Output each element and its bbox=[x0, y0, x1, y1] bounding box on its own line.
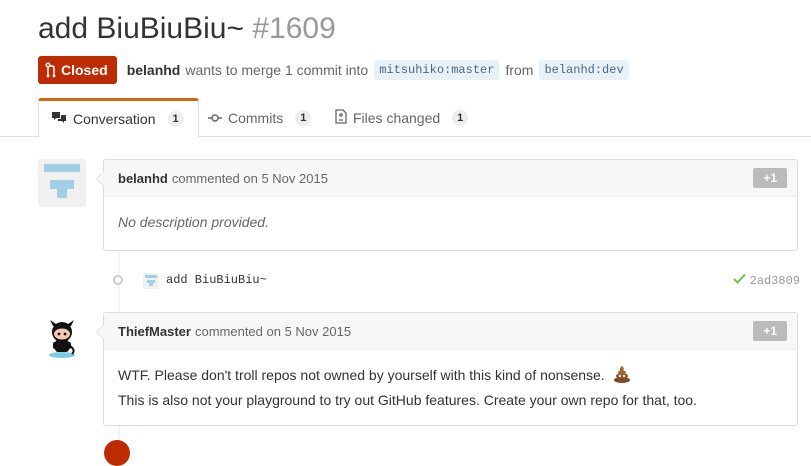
reaction-button[interactable]: +1 bbox=[753, 321, 787, 341]
commit-sha: 2ad3809 bbox=[732, 273, 800, 288]
check-icon bbox=[732, 273, 746, 288]
pr-author-link[interactable]: belanhd bbox=[127, 62, 181, 78]
commit-message-link[interactable]: add BiuBiuBiu~ bbox=[166, 273, 267, 287]
comment: belanhd commented on 5 Nov 2015 +1 No de… bbox=[96, 159, 798, 251]
tab-counter: 1 bbox=[295, 109, 312, 126]
comment-text: WTF. Please don't troll repos not owned … bbox=[118, 367, 605, 383]
pr-title-text: add BiuBiuBiu~ bbox=[38, 12, 244, 45]
state-label: Closed bbox=[61, 62, 108, 78]
comment-text: This is also not your playground to try … bbox=[118, 392, 697, 408]
comment: ThiefMaster commented on 5 Nov 2015 +1 W… bbox=[96, 312, 798, 426]
merge-text: wants to merge 1 commit into bbox=[185, 62, 369, 78]
base-branch[interactable]: mitsuhiko:master bbox=[374, 60, 500, 80]
comment-timestamp[interactable]: commented on 5 Nov 2015 bbox=[195, 324, 351, 339]
tab-files-changed[interactable]: Files changed 1 bbox=[335, 98, 469, 137]
comment-author-link[interactable]: ThiefMaster bbox=[118, 324, 191, 339]
commit-sha-link[interactable]: 2ad3809 bbox=[750, 274, 800, 288]
pile-of-poo-icon bbox=[613, 365, 631, 389]
commit-row: add BiuBiuBiu~ 2ad3809 bbox=[110, 268, 800, 294]
reaction-button[interactable]: +1 bbox=[753, 168, 787, 188]
tab-commits[interactable]: Commits 1 bbox=[208, 98, 312, 137]
head-branch[interactable]: belanhd:dev bbox=[539, 60, 629, 80]
closed-event-icon bbox=[104, 440, 130, 466]
pr-meta: Closed belanhd wants to merge 1 commit i… bbox=[38, 56, 629, 84]
avatar[interactable] bbox=[38, 159, 86, 207]
tab-conversation[interactable]: Conversation 1 bbox=[38, 98, 199, 138]
tab-counter: 1 bbox=[167, 111, 184, 127]
comment-discussion-icon bbox=[51, 111, 67, 128]
diff-icon bbox=[335, 108, 347, 127]
comment-body: No description provided. bbox=[104, 197, 797, 247]
pr-number: #1609 bbox=[252, 12, 336, 45]
tab-label: Conversation bbox=[73, 111, 156, 127]
state-badge: Closed bbox=[38, 56, 117, 84]
comment-timestamp[interactable]: commented on 5 Nov 2015 bbox=[172, 171, 328, 186]
comment-text: No description provided. bbox=[118, 214, 269, 230]
comment-header: belanhd commented on 5 Nov 2015 +1 bbox=[104, 160, 797, 197]
pr-tabs: Conversation 1 Commits 1 Files changed 1 bbox=[0, 98, 811, 138]
comment-header: ThiefMaster commented on 5 Nov 2015 +1 bbox=[104, 313, 797, 350]
git-pull-request-icon bbox=[45, 62, 57, 78]
tab-label: Files changed bbox=[353, 109, 441, 126]
comment-line: WTF. Please don't troll repos not owned … bbox=[118, 364, 783, 389]
pr-title: add BiuBiuBiu~ #1609 bbox=[38, 10, 336, 48]
git-commit-icon bbox=[113, 275, 123, 285]
tab-counter: 1 bbox=[452, 109, 469, 126]
comment-body: WTF. Please don't troll repos not owned … bbox=[104, 350, 797, 425]
from-text: from bbox=[505, 62, 534, 78]
tab-label: Commits bbox=[228, 109, 284, 126]
avatar[interactable] bbox=[38, 312, 86, 360]
comment-author-link[interactable]: belanhd bbox=[118, 171, 168, 186]
commit-avatar[interactable] bbox=[143, 273, 159, 289]
git-commit-icon bbox=[208, 110, 222, 126]
